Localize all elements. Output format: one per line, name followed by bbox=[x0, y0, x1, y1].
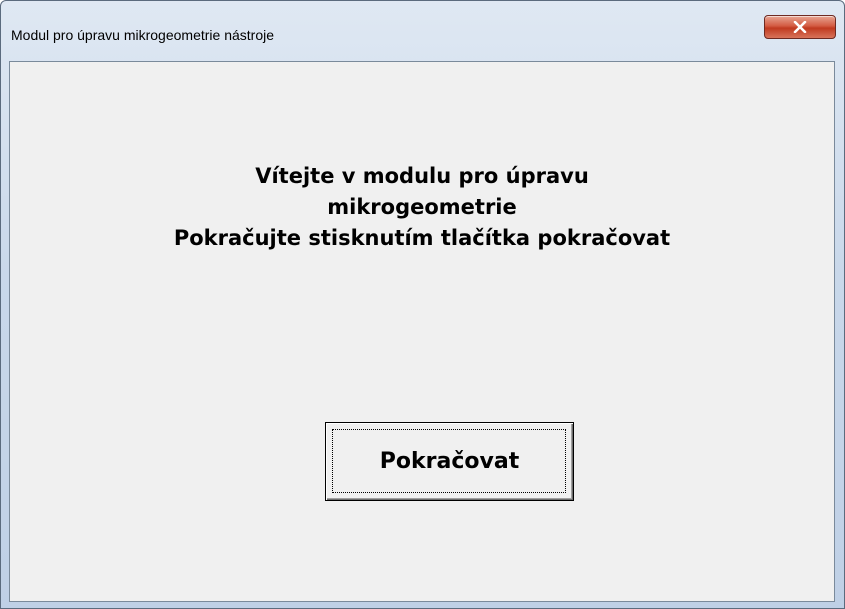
continue-button[interactable]: Pokračovat bbox=[325, 422, 574, 501]
dialog-window: Modul pro úpravu mikrogeometrie nástroje… bbox=[0, 0, 845, 609]
close-button[interactable] bbox=[764, 15, 836, 39]
window-title: Modul pro úpravu mikrogeometrie nástroje bbox=[11, 27, 275, 43]
close-x-icon bbox=[793, 21, 807, 33]
welcome-line-2: mikrogeometrie bbox=[327, 195, 517, 219]
title-bar[interactable]: Modul pro úpravu mikrogeometrie nástroje bbox=[1, 1, 844, 61]
welcome-line-1: Vítejte v modulu pro úpravu bbox=[255, 164, 589, 188]
dialog-body: Vítejte v modulu pro úpravu mikrogeometr… bbox=[9, 61, 835, 602]
continue-button-label: Pokračovat bbox=[379, 449, 520, 474]
welcome-line-3: Pokračujte stisknutím tlačítka pokračova… bbox=[173, 226, 671, 250]
welcome-message: Vítejte v modulu pro úpravu mikrogeometr… bbox=[10, 161, 834, 254]
